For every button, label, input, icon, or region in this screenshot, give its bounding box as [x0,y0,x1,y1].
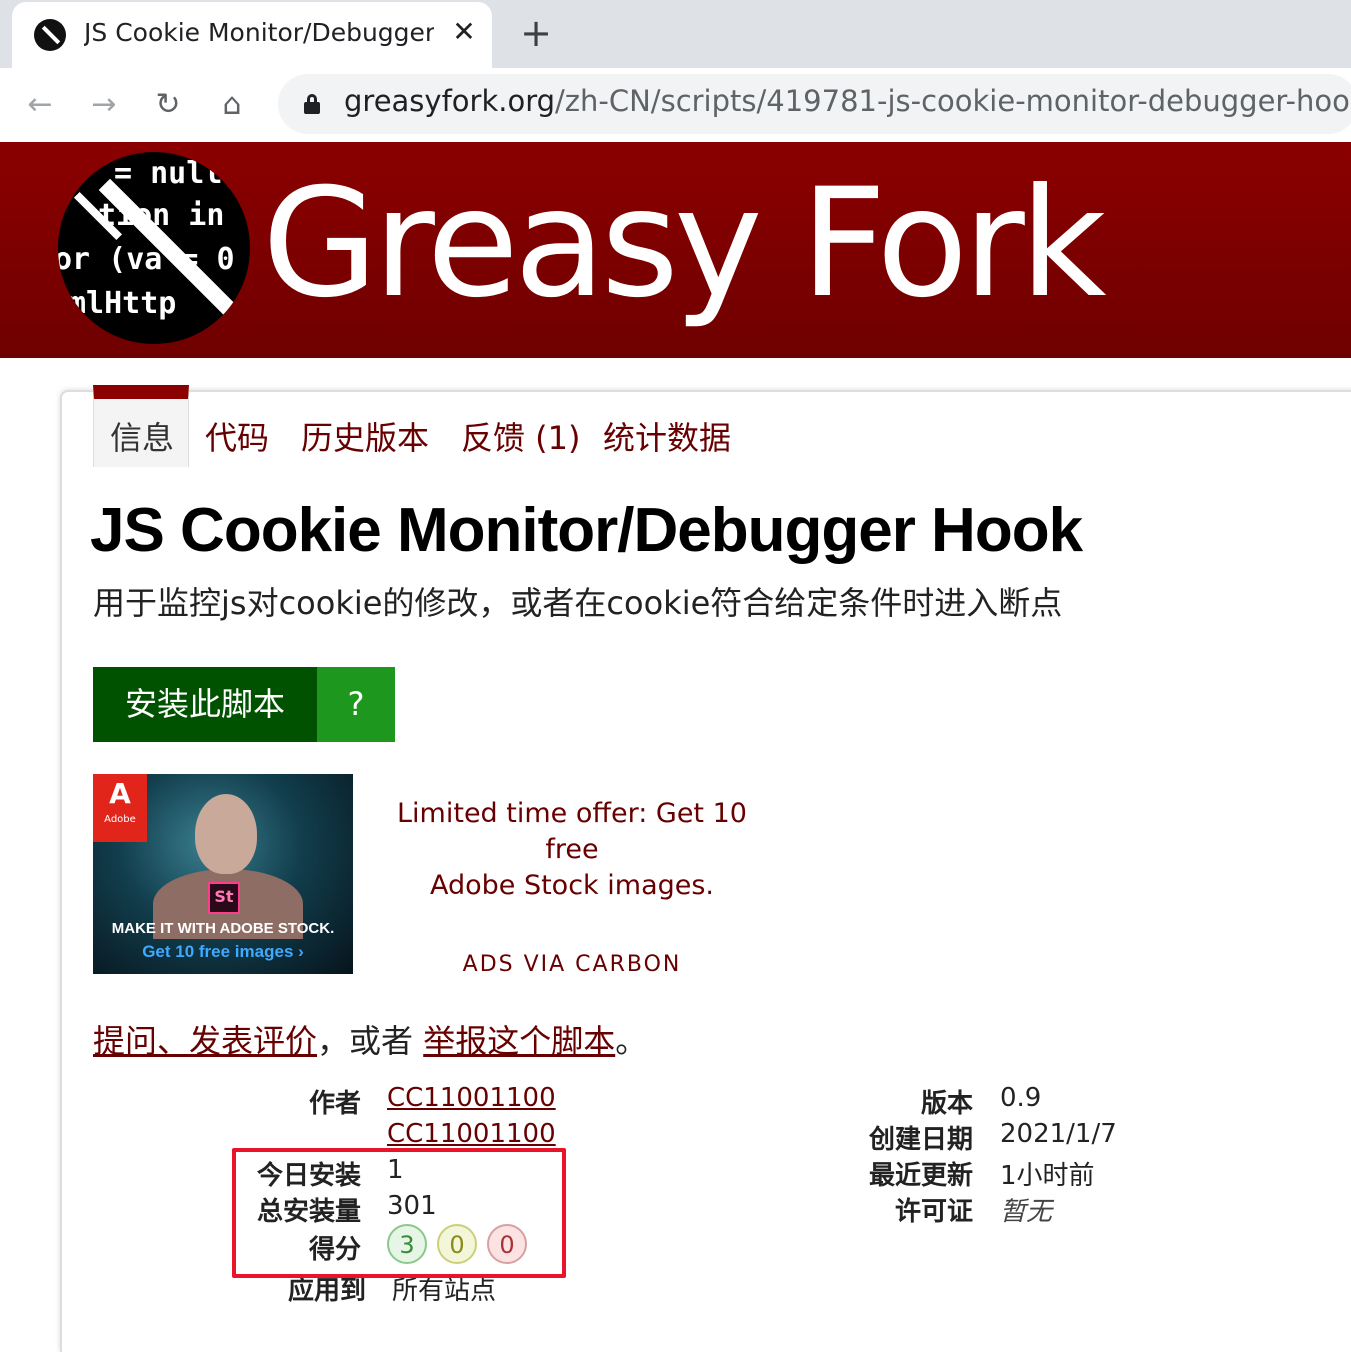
highlight-annotation-box [232,1148,566,1278]
greasyfork-favicon-icon [34,19,66,51]
version-value: 0.9 [1000,1083,1042,1113]
feedback-middle: ，或者 [317,1022,424,1060]
forward-arrow-icon[interactable]: → [84,85,124,125]
tab-stats[interactable]: 统计数据 [603,413,731,459]
tab-code[interactable]: 代码 [205,413,269,459]
site-title[interactable]: Greasy Fork [262,154,1107,334]
home-icon[interactable]: ⌂ [212,85,252,125]
updated-label: 最近更新 [868,1161,973,1191]
tab-history[interactable]: 历史版本 [301,413,429,459]
adobe-stock-icon: St [208,882,240,914]
author-label: 作者 [308,1089,361,1119]
report-script-link[interactable]: 举报这个脚本 [423,1022,615,1060]
script-title: JS Cookie Monitor/Debugger Hook [90,496,1083,565]
address-bar[interactable]: greasyfork.org/zh-CN/scripts/419781-js-c… [278,74,1351,134]
ask-review-link[interactable]: 提问、发表评价 [93,1022,317,1060]
license-label: 许可证 [894,1197,973,1227]
new-tab-icon[interactable]: + [516,14,556,54]
greasyfork-logo[interactable]: = null, tion in or (va = 0 mlHttp [58,152,250,344]
created-label: 创建日期 [868,1125,973,1155]
site-header: = null, tion in or (va = 0 mlHttp Greasy… [0,142,1351,358]
tab-title: JS Cookie Monitor/Debugger Hook [84,18,434,47]
adobe-logo-icon: A Adobe [93,774,147,842]
browser-tab[interactable]: JS Cookie Monitor/Debugger Hook ✕ [12,2,492,68]
url-host: greasyfork.org [344,84,556,118]
ad-tagline: MAKE IT WITH ADOBE STOCK. [111,920,335,937]
version-label: 版本 [920,1089,973,1119]
url-path: /zh-CN/scripts/419781-js-cookie-monitor-… [555,84,1351,118]
ad-image[interactable]: A Adobe St MAKE IT WITH ADOBE STOCK. Get… [93,774,353,974]
logo-code-line: = null, [114,156,241,191]
close-tab-icon[interactable]: ✕ [448,16,480,48]
back-arrow-icon[interactable]: ← [20,85,60,125]
created-value: 2021/1/7 [1000,1119,1117,1149]
ad-text-line2: Adobe Stock images. [429,870,715,901]
tab-info[interactable]: 信息 [93,385,189,467]
adobe-logo-text: Adobe [104,814,136,825]
updated-value: 1小时前 [1000,1161,1095,1191]
tab-info-label: 信息 [110,419,175,457]
install-help-button[interactable]: ? [317,667,395,742]
ad-text-link[interactable]: Limited time offer: Get 10 free Adobe St… [372,796,772,904]
logo-code-line: or (va = 0 [58,242,235,277]
reload-icon[interactable]: ↻ [148,85,188,125]
adobe-logo-letter: A [109,777,131,810]
install-button[interactable]: 安装此脚本 [93,667,317,742]
lock-icon[interactable] [304,94,320,114]
ad-model-face [195,794,257,874]
author-link-2[interactable]: CC11001100 [387,1119,556,1149]
browser-tabstrip: JS Cookie Monitor/Debugger Hook ✕ + [0,0,1351,68]
browser-toolbar: ← → ↻ ⌂ greasyfork.org/zh-CN/scripts/419… [0,68,1351,142]
feedback-line: 提问、发表评价，或者 举报这个脚本。 [93,1016,647,1062]
license-value: 暂无 [1000,1197,1053,1227]
tab-feedback[interactable]: 反馈 (1) [461,413,581,459]
logo-code-line: mlHttp [68,286,177,321]
script-description: 用于监控js对cookie的修改，或者在cookie符合给定条件时进入断点 [93,584,1063,622]
feedback-end: 。 [615,1022,648,1060]
ads-via-carbon-link[interactable]: ADS VIA CARBON [372,952,772,977]
author-link[interactable]: CC11001100 [387,1083,556,1113]
ad-text-line1: Limited time offer: Get 10 free [397,798,747,865]
ad-cta: Get 10 free images › [142,942,304,961]
url-text[interactable]: greasyfork.org/zh-CN/scripts/419781-js-c… [344,84,1351,118]
